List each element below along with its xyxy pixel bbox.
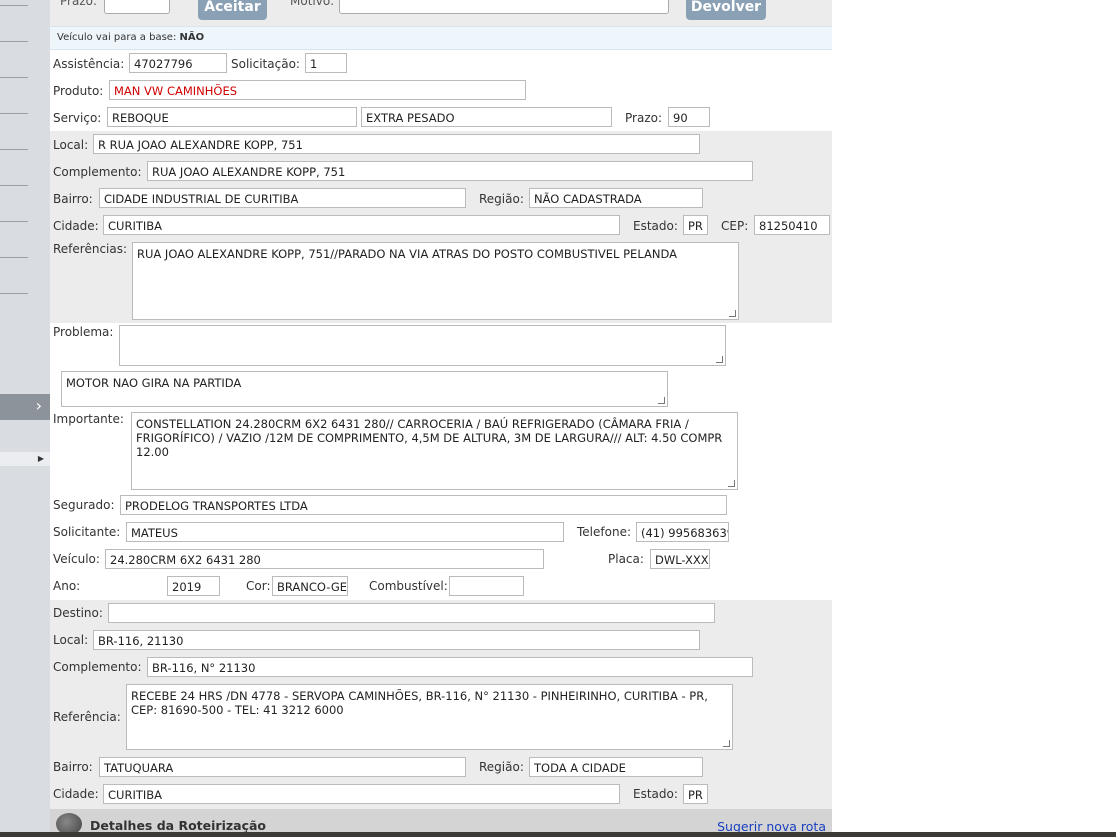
servico-label: Serviço: bbox=[53, 111, 102, 125]
placa-label: Placa: bbox=[608, 552, 644, 566]
sidebar-divider bbox=[0, 185, 28, 186]
solicitacao-label: Solicitação: bbox=[231, 57, 300, 71]
sidebar-divider bbox=[0, 113, 28, 114]
servico-field[interactable]: REBOQUE bbox=[107, 107, 357, 127]
action-bar: Prazo: Aceitar Motivo: Devolver bbox=[50, 0, 832, 26]
regiao-label: Região: bbox=[479, 192, 524, 206]
service-form: Prazo: Aceitar Motivo: Devolver Veículo … bbox=[50, 0, 832, 837]
base-info-value: NÃO bbox=[179, 32, 205, 43]
regiao-field[interactable]: NÃO CADASTRADA bbox=[529, 188, 703, 208]
solicitacao-field[interactable]: 1 bbox=[305, 53, 347, 73]
assistencia-label: Assistência: bbox=[53, 57, 125, 71]
sidebar-expand-button[interactable]: › bbox=[0, 394, 50, 420]
destino-complemento-label: Complemento: bbox=[53, 660, 142, 674]
destino-estado-label: Estado: bbox=[633, 787, 678, 801]
telefone-field[interactable]: (41) 995683639 bbox=[636, 522, 729, 542]
segurado-label: Segurado: bbox=[53, 498, 115, 512]
prazo-field[interactable]: 90 bbox=[668, 107, 710, 127]
destino-cidade-field[interactable]: CURITIBA bbox=[103, 784, 620, 804]
sidebar-divider bbox=[0, 257, 28, 258]
bairro-label: Bairro: bbox=[53, 192, 93, 206]
triangle-right-icon: ▶ bbox=[37, 454, 44, 463]
solicitante-field[interactable]: MATEUS bbox=[126, 522, 564, 542]
destino-local-field[interactable]: BR-116, 21130 bbox=[93, 630, 700, 650]
assistencia-field[interactable]: 47027796 bbox=[129, 53, 227, 73]
prazo-select[interactable] bbox=[104, 0, 170, 14]
cor-label: Cor: bbox=[246, 579, 271, 593]
veiculo-field[interactable]: 24.280CRM 6X2 6431 280 bbox=[105, 549, 544, 569]
accept-button[interactable]: Aceitar bbox=[198, 0, 267, 20]
servico-tipo-field[interactable]: EXTRA PESADO bbox=[361, 107, 612, 127]
taskbar-edge bbox=[0, 832, 1116, 837]
produto-label: Produto: bbox=[53, 84, 104, 98]
cep-label: CEP: bbox=[721, 219, 749, 233]
estado-field[interactable]: PR bbox=[683, 215, 708, 235]
sidebar-divider bbox=[0, 149, 28, 150]
destino-field[interactable] bbox=[108, 603, 715, 623]
problema-label: Problema: bbox=[53, 325, 114, 339]
destino-regiao-field[interactable]: TODA A CIDADE bbox=[529, 757, 703, 777]
veiculo-label: Veículo: bbox=[53, 552, 100, 566]
local-label: Local: bbox=[53, 138, 89, 152]
destino-referencia-label: Referência: bbox=[53, 710, 121, 724]
sidebar-divider bbox=[0, 5, 28, 6]
destino-regiao-label: Região: bbox=[479, 760, 524, 774]
motivo-label: Motivo: bbox=[290, 0, 335, 8]
sidebar-divider bbox=[0, 77, 28, 78]
destino-cidade-label: Cidade: bbox=[53, 787, 99, 801]
importante-label: Importante: bbox=[53, 412, 124, 426]
prazo-label: Prazo: bbox=[625, 111, 662, 125]
cor-field[interactable]: BRANCO-GE bbox=[272, 576, 348, 596]
base-info-bar: Veículo vai para a base: NÃO bbox=[50, 26, 832, 50]
segurado-field[interactable]: PRODELOG TRANSPORTES LTDA bbox=[120, 495, 727, 515]
sidebar-divider bbox=[0, 221, 28, 222]
estado-label: Estado: bbox=[633, 219, 678, 233]
destino-bairro-field[interactable]: TATUQUARA bbox=[99, 757, 466, 777]
referencias-textarea[interactable]: RUA JOAO ALEXANDRE KOPP, 751//PARADO NA … bbox=[132, 242, 739, 320]
sidebar: › ▶ bbox=[0, 0, 51, 837]
combustivel-label: Combustível: bbox=[369, 579, 448, 593]
telefone-label: Telefone: bbox=[577, 525, 631, 539]
produto-field[interactable]: MAN VW CAMINHÕES bbox=[109, 80, 526, 100]
referencias-label: Referências: bbox=[53, 242, 128, 256]
return-button[interactable]: Devolver bbox=[686, 0, 766, 20]
importante-textarea[interactable]: CONSTELLATION 24.280CRM 6X2 6431 280// C… bbox=[131, 412, 738, 490]
problema-description-textarea[interactable]: MOTOR NAO GIRA NA PARTIDA bbox=[61, 371, 668, 407]
combustivel-field[interactable] bbox=[449, 576, 524, 596]
solicitante-label: Solicitante: bbox=[53, 525, 121, 539]
sidebar-divider bbox=[0, 293, 28, 294]
cidade-label: Cidade: bbox=[53, 219, 99, 233]
destino-referencia-textarea[interactable]: RECEBE 24 HRS /DN 4778 - SERVOPA CAMINHÕ… bbox=[126, 684, 733, 750]
destino-complemento-field[interactable]: BR-116, N° 21130 bbox=[147, 657, 753, 677]
complemento-field[interactable]: RUA JOAO ALEXANDRE KOPP, 751 bbox=[147, 161, 753, 181]
routing-details-title: Detalhes da Roteirização bbox=[90, 818, 266, 833]
sidebar-divider bbox=[0, 41, 28, 42]
destino-estado-field[interactable]: PR bbox=[683, 784, 708, 804]
motivo-select[interactable] bbox=[339, 0, 669, 14]
complemento-label: Complemento: bbox=[53, 165, 142, 179]
base-info-text: Veículo vai para a base: bbox=[57, 32, 177, 43]
prazo-top-label: Prazo: bbox=[60, 0, 97, 8]
local-field[interactable]: R RUA JOAO ALEXANDRE KOPP, 751 bbox=[93, 134, 700, 154]
destino-bairro-label: Bairro: bbox=[53, 760, 93, 774]
bairro-field[interactable]: CIDADE INDUSTRIAL DE CURITIBA bbox=[99, 188, 466, 208]
chevron-right-icon: › bbox=[35, 396, 42, 415]
ano-label: Ano: bbox=[53, 579, 81, 593]
problema-textarea[interactable] bbox=[119, 325, 726, 366]
cidade-field[interactable]: CURITIBA bbox=[103, 215, 620, 235]
ano-field[interactable]: 2019 bbox=[167, 576, 220, 596]
placa-field[interactable]: DWL-XXX0 bbox=[650, 549, 710, 569]
destino-label: Destino: bbox=[53, 606, 103, 620]
cep-field[interactable]: 81250410 bbox=[754, 215, 830, 235]
sidebar-submenu-toggle[interactable]: ▶ bbox=[0, 452, 50, 466]
destino-local-label: Local: bbox=[53, 633, 89, 647]
